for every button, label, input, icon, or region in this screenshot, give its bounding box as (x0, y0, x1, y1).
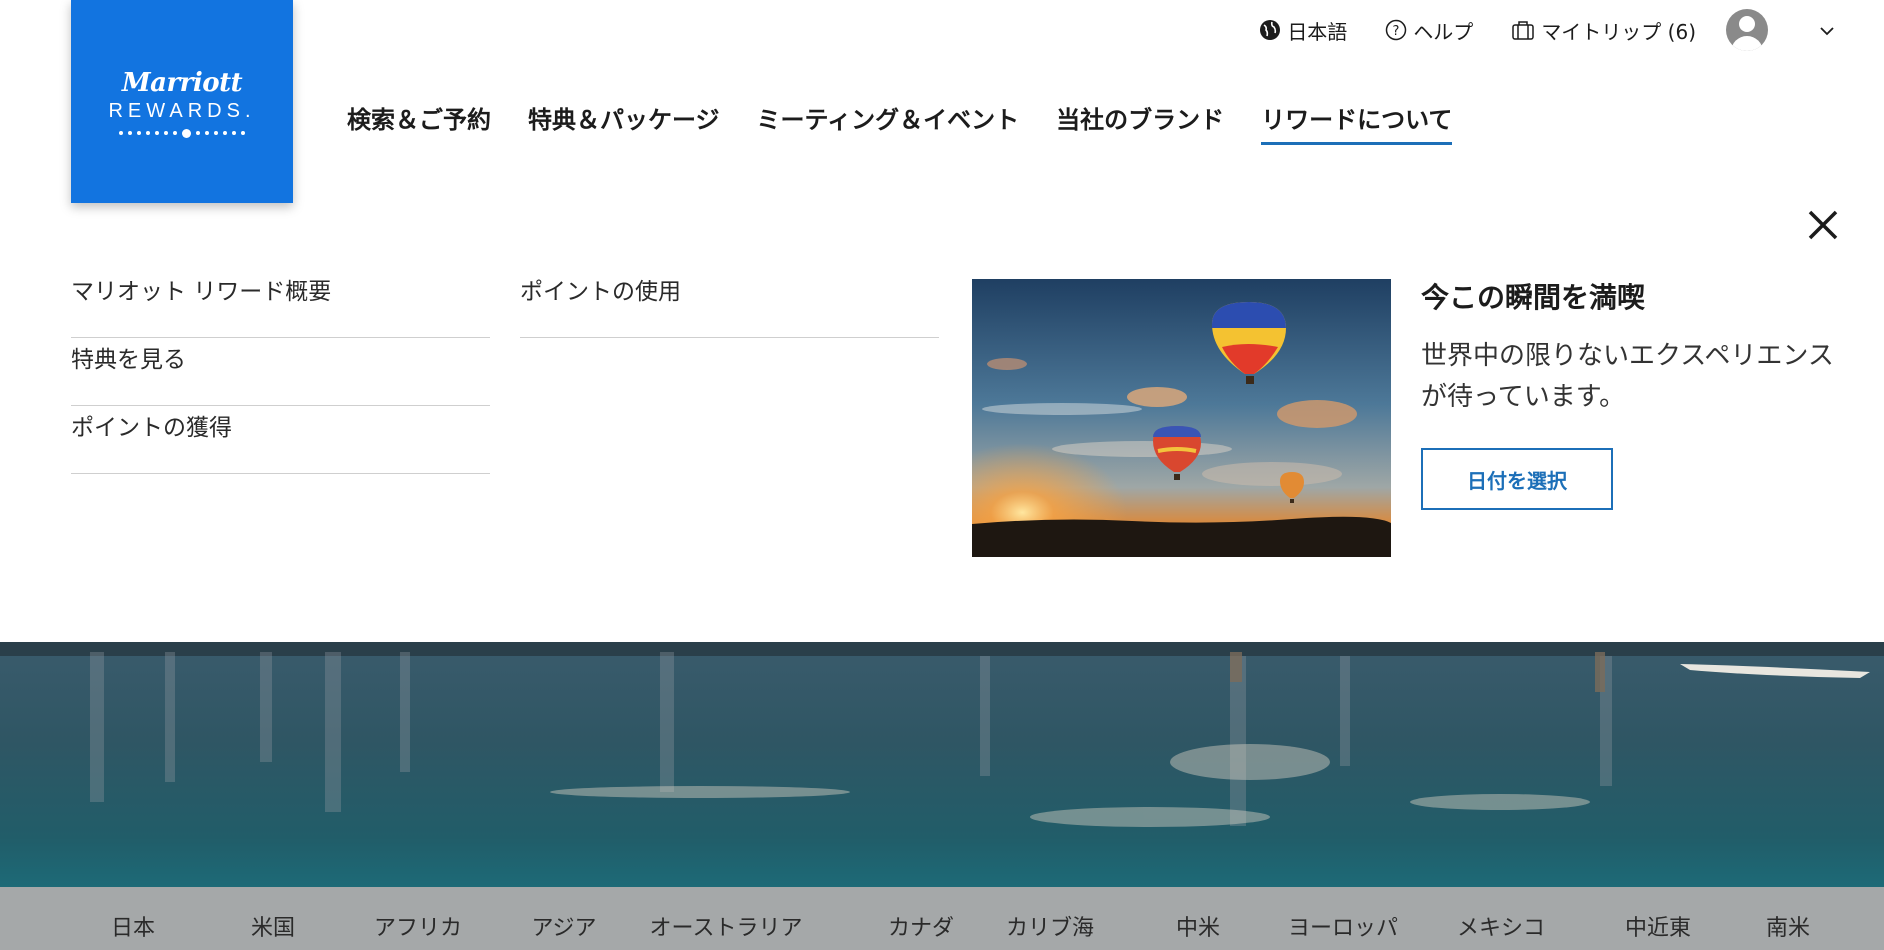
region-africa[interactable]: アフリカ (374, 915, 462, 944)
chevron-down-icon[interactable] (1820, 21, 1834, 40)
nav-offers-packages[interactable]: 特典＆パッケージ (528, 100, 720, 145)
promo-image-hot-air-balloons (972, 279, 1391, 557)
help-label: ヘルプ (1413, 19, 1474, 44)
menu-link-use-points[interactable]: ポイントの使用 (520, 270, 939, 338)
region-australia[interactable]: オーストラリア (650, 915, 803, 944)
main-nav: 検索＆ご予約 特典＆パッケージ ミーティング＆イベント 当社のブランド リワード… (347, 100, 1489, 145)
region-middle-east[interactable]: 中近東 (1625, 915, 1691, 944)
menu-column-1: マリオット リワード概要 特典を見る ポイントの獲得 (71, 270, 490, 474)
nav-search-reserve[interactable]: 検索＆ご予約 (347, 100, 491, 145)
logo-program: REWARDS. (108, 99, 256, 122)
menu-column-2: ポイントの使用 (520, 270, 939, 338)
menu-link-view-benefits[interactable]: 特典を見る (71, 338, 490, 406)
logo-brand: Marriott (121, 67, 243, 98)
background-hero-image (0, 642, 1884, 887)
help-icon: ? (1386, 19, 1407, 41)
utility-bar: 日本語 ? ヘルプ マイトリップ (6) (1221, 9, 1884, 51)
select-dates-button[interactable]: 日付を選択 (1421, 448, 1613, 510)
menu-link-rewards-overview[interactable]: マリオット リワード概要 (71, 270, 490, 338)
menu-link-earn-points[interactable]: ポイントの獲得 (71, 406, 490, 474)
help-link[interactable]: ? ヘルプ (1385, 16, 1473, 45)
marriott-rewards-logo[interactable]: Marriott REWARDS. (71, 0, 293, 203)
nav-about-rewards[interactable]: リワードについて (1261, 100, 1453, 145)
region-mexico[interactable]: メキシコ (1457, 915, 1545, 944)
region-europe[interactable]: ヨーロッパ (1288, 915, 1398, 944)
region-canada[interactable]: カナダ (888, 915, 954, 944)
language-label: 日本語 (1287, 19, 1348, 44)
region-central-america[interactable]: 中米 (1176, 915, 1220, 944)
nav-meetings-events[interactable]: ミーティング＆イベント (757, 100, 1020, 145)
user-avatar[interactable] (1726, 9, 1768, 51)
promo-title: 今この瞬間を満喫 (1421, 281, 1646, 314)
suitcase-icon (1512, 21, 1535, 40)
close-icon[interactable] (1804, 206, 1842, 244)
region-asia[interactable]: アジア (531, 915, 596, 944)
promo-description: 世界中の限りないエクスペリエンスが待っています。 (1421, 341, 1834, 412)
region-usa[interactable]: 米国 (251, 915, 295, 944)
logo-dots (119, 128, 245, 138)
region-japan[interactable]: 日本 (111, 915, 155, 944)
my-trips-label: マイトリップ (6) (1541, 19, 1696, 44)
my-trips-link[interactable]: マイトリップ (6) (1511, 16, 1696, 45)
region-caribbean[interactable]: カリブ海 (1006, 915, 1094, 944)
globe-icon (1260, 20, 1281, 40)
nav-our-brands[interactable]: 当社のブランド (1056, 100, 1224, 145)
language-selector[interactable]: 日本語 (1259, 16, 1347, 45)
promo-panel: 今この瞬間を満喫 世界中の限りないエクスペリエンスが待っています。 日付を選択 (1421, 276, 1841, 510)
svg-text:?: ? (1393, 24, 1400, 39)
region-bar: 日本 米国 アフリカ アジア オーストラリア カナダ カリブ海 中米 ヨーロッパ… (0, 887, 1884, 950)
region-south-america[interactable]: 南米 (1766, 915, 1810, 944)
